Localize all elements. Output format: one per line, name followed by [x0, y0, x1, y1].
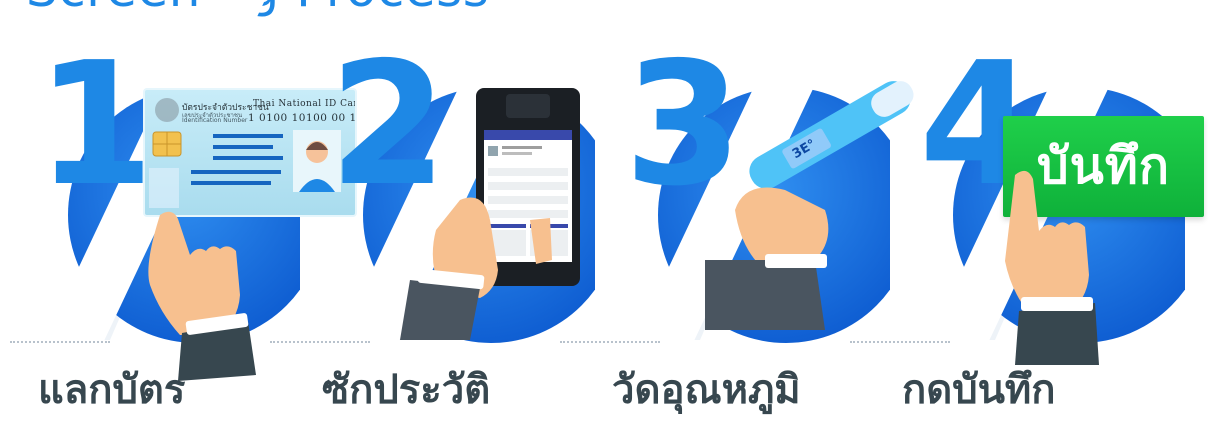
hand-pointing-icon	[148, 211, 256, 381]
hand-pressing-icon	[1005, 170, 1099, 365]
step-3-divider	[560, 341, 660, 345]
step-1-label: แลกบัตร	[38, 367, 186, 413]
id-card-number-label-en: Identification Number	[182, 117, 248, 124]
hand-holding-thermometer-icon	[705, 187, 829, 330]
step-2-divider	[270, 341, 370, 345]
step-3-label: วัดอุณหภูมิ	[612, 367, 801, 413]
process-stage: 1 บัตรประจำตัวประชาชน Thai National ID C…	[0, 0, 1217, 415]
step-4-label: กดบันทึก	[902, 367, 1056, 413]
hand-holding-icon	[400, 197, 552, 340]
step-2-label: ซักประวัติ	[322, 367, 491, 413]
step-1-divider	[10, 341, 110, 345]
step-4-divider	[850, 341, 950, 345]
